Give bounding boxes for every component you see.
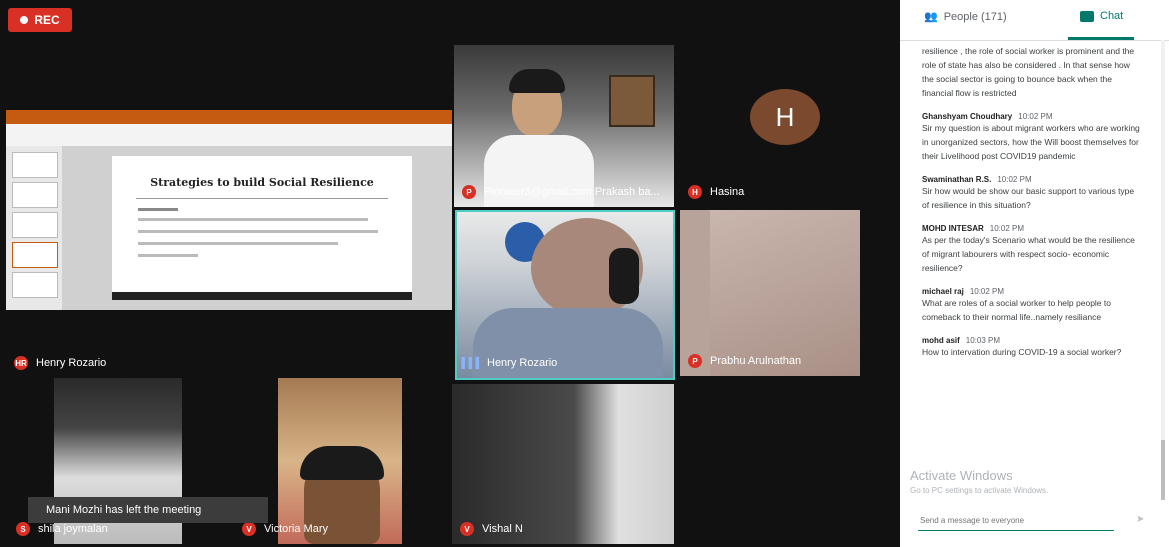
mic-off-icon: V <box>242 522 256 536</box>
participant-label: P Pionieer3@gmail.com Prakash ba... <box>462 185 660 199</box>
message-sender: mohd asif <box>922 336 960 345</box>
participant-hair <box>300 446 384 480</box>
chat-icon <box>1080 10 1094 22</box>
tab-people[interactable]: 👥 People (171) <box>924 10 1007 24</box>
message-text: What are roles of a social worker to hel… <box>922 298 1111 322</box>
mic-off-icon: H <box>688 185 702 199</box>
slide-text-line <box>138 254 198 257</box>
mic-off-icon: S <box>16 522 30 536</box>
participant-name: Hasina <box>710 186 745 198</box>
message-text: resilience , the role of social worker i… <box>922 46 1135 98</box>
chat-message: resilience , the role of social worker i… <box>922 44 1142 100</box>
ppt-thumbnail-panel <box>6 146 62 310</box>
chat-message: Ghanshyam Choudhary 10:02 PM Sir my quest… <box>922 112 1142 163</box>
chat-input[interactable] <box>918 515 1118 526</box>
participant-name: Prabhu Arulnathan <box>710 355 802 367</box>
participant-tile[interactable]: V Vishal N <box>452 384 674 544</box>
participant-hair <box>509 69 565 93</box>
avatar: H <box>750 89 820 145</box>
notification-toast: Mani Mozhi has left the meeting <box>28 497 268 523</box>
participant-label: ▌▌▌ Henry Rozario <box>461 356 558 370</box>
participant-name: Henry Rozario <box>487 357 558 369</box>
ppt-title-bar <box>6 110 452 124</box>
message-time: 10:02 PM <box>1018 112 1053 121</box>
participant-label: V Vishal N <box>460 522 523 536</box>
participant-name: Victoria Mary <box>264 523 328 535</box>
mic-off-icon: HR <box>14 356 28 370</box>
presentation-tile[interactable]: Strategies to build Social Resilience <box>6 110 452 310</box>
message-sender: Swaminathan R.S. <box>922 175 992 184</box>
record-dot-icon <box>20 16 29 24</box>
people-icon: 👥 <box>924 11 938 23</box>
slide-title: Strategies to build Social Resilience <box>150 176 374 189</box>
participant-name: Vishal N <box>482 523 523 535</box>
participant-label: S shila joymalan <box>16 522 108 536</box>
participant-name: Pionieer3@gmail.com Prakash ba... <box>484 186 660 198</box>
mic-off-icon: P <box>462 185 476 199</box>
message-sender: MOHD INTESAR <box>922 224 984 233</box>
slide-thumbnail-active <box>12 242 58 268</box>
slide-thumbnail <box>12 152 58 178</box>
message-text: Sir how would be show our basic support … <box>922 186 1135 210</box>
participant-label: V Victoria Mary <box>242 522 328 536</box>
ppt-ribbon <box>6 124 452 146</box>
message-sender: michael raj <box>922 287 964 296</box>
mic-off-icon: V <box>460 522 474 536</box>
slide-thumbnail <box>12 212 58 238</box>
send-icon[interactable]: ➤ <box>1136 514 1144 525</box>
side-panel: 👥 People (171) Chat resilience , the rol… <box>900 0 1169 547</box>
panel-tabs: 👥 People (171) Chat <box>900 0 1169 41</box>
headphones <box>609 248 639 304</box>
recording-badge: REC <box>8 8 72 32</box>
message-sender: Ghanshyam Choudhary <box>922 112 1013 121</box>
tab-chat[interactable]: Chat <box>1080 10 1123 22</box>
message-composer <box>918 510 1118 531</box>
tab-chat-label: Chat <box>1100 10 1124 22</box>
chat-message: mohd asif 10:03 PM How to intervation dur… <box>922 336 1142 359</box>
chat-message: Swaminathan R.S. 10:02 PM Sir how would b… <box>922 175 1142 212</box>
participant-tile[interactable]: H H Hasina <box>680 45 890 207</box>
slide-text-line <box>138 208 178 211</box>
active-tab-indicator <box>1068 37 1134 40</box>
video-feed <box>710 210 860 376</box>
participant-tile[interactable]: P Prabhu Arulnathan <box>680 210 860 376</box>
slide-text-line <box>138 242 338 245</box>
activation-watermark-sub: Go to PC settings to activate Windows. <box>910 486 1049 495</box>
slide: Strategies to build Social Resilience <box>112 156 412 300</box>
participant-name: shila joymalan <box>38 523 108 535</box>
presenter-label: HR Henry Rozario <box>14 356 106 370</box>
mic-off-icon: P <box>688 354 702 368</box>
participant-label: H Hasina <box>688 185 744 199</box>
message-time: 10:03 PM <box>965 336 1001 345</box>
scrollbar-thumb[interactable] <box>1161 440 1165 500</box>
recording-label: REC <box>34 13 60 27</box>
message-text: Sir my question is about migrant workers… <box>922 123 1140 161</box>
message-time: 10:02 PM <box>997 175 1032 184</box>
chat-message: MOHD INTESAR 10:02 PM As per the today's … <box>922 224 1142 275</box>
slide-divider <box>136 198 388 199</box>
chat-scrollbar[interactable] <box>1161 40 1165 500</box>
chat-messages[interactable]: resilience , the role of social worker i… <box>922 44 1142 504</box>
message-text: As per the today's Scenario what would b… <box>922 235 1135 273</box>
slide-text-line <box>138 230 378 233</box>
message-time: 10:02 PM <box>989 224 1025 233</box>
chat-message: michael raj 10:02 PM What are roles of a … <box>922 287 1142 324</box>
message-time: 10:02 PM <box>969 287 1005 296</box>
tab-people-label: People (171) <box>943 10 1007 23</box>
participant-tile[interactable]: P Pionieer3@gmail.com Prakash ba... <box>454 45 674 207</box>
wall-picture <box>609 75 655 127</box>
active-speaker-tile[interactable]: ▌▌▌ Henry Rozario <box>455 210 675 380</box>
participant-label: P Prabhu Arulnathan <box>688 354 801 368</box>
message-text: How to intervation during COVID-19 a soc… <box>922 347 1122 357</box>
slide-thumbnail <box>12 272 58 298</box>
slide-footer-bar <box>112 292 412 300</box>
audio-level-icon: ▌▌▌ <box>461 357 483 369</box>
ppt-canvas: Strategies to build Social Resilience <box>62 146 452 310</box>
activation-watermark: Activate Windows <box>910 468 1013 483</box>
slide-text-line <box>138 218 368 221</box>
presenter-name: Henry Rozario <box>36 357 107 369</box>
slide-thumbnail <box>12 182 58 208</box>
video-feed <box>452 384 674 544</box>
